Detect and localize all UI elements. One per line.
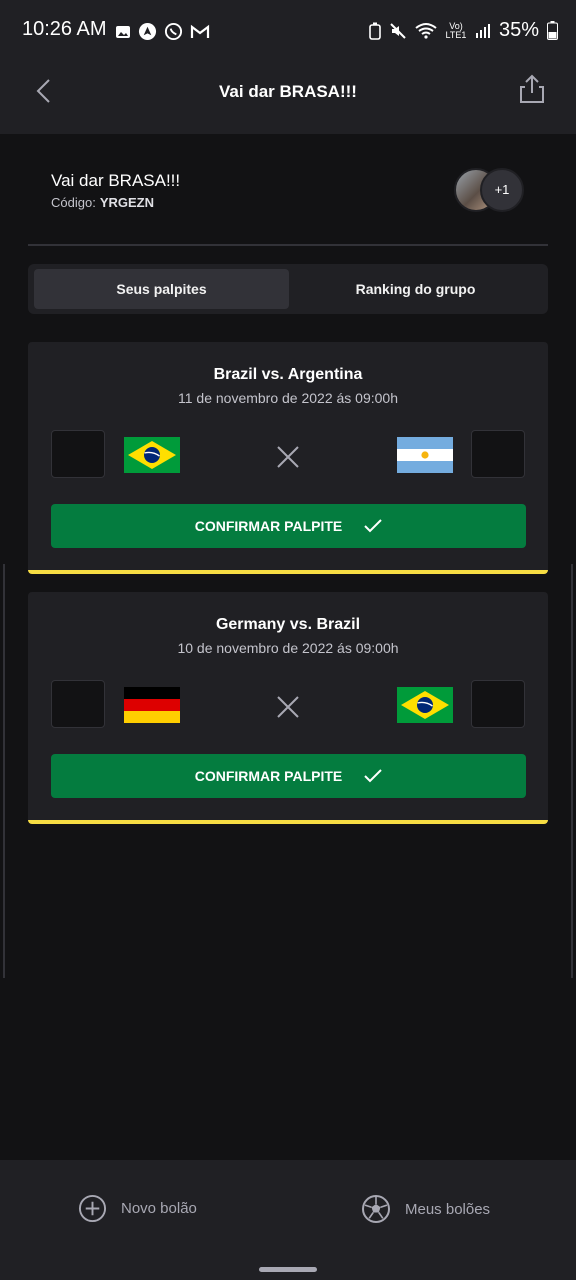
app-bar: Vai dar BRASA!!!: [0, 62, 576, 134]
home-score-input[interactable]: [51, 680, 105, 728]
group-header: Vai dar BRASA!!! Código: YRGEZN +1: [28, 160, 548, 244]
tab-seus-palpites[interactable]: Seus palpites: [34, 269, 289, 309]
battery-percent: 35%: [498, 19, 539, 41]
mute-icon: [390, 22, 406, 39]
tab-ranking-do-grupo[interactable]: Ranking do grupo: [288, 269, 543, 309]
argentina-flag: [397, 437, 453, 473]
germany-flag: [124, 687, 180, 723]
status-time: 10:26 AM: [22, 18, 107, 40]
soccer-ball-icon: [362, 1195, 390, 1223]
wifi-icon: [415, 22, 437, 39]
confirm-guess-label: CONFIRMAR PALPITE: [194, 518, 343, 534]
away-score-input[interactable]: [471, 430, 525, 478]
away-score-input[interactable]: [471, 680, 525, 728]
check-icon: [364, 519, 382, 533]
share-icon: [520, 74, 544, 103]
status-bar: 10:26 AM Vo) LTE1 35%: [0, 0, 576, 62]
group-code-label: Código:: [51, 195, 96, 210]
home-score-input[interactable]: [51, 430, 105, 478]
extra-participants-count: +1: [480, 168, 524, 212]
home-indicator[interactable]: [259, 1267, 317, 1272]
divider: [28, 244, 548, 246]
match-date: 11 de novembro de 2022 ás 09:00h: [177, 390, 399, 406]
network-type: Vo) LTE1: [445, 20, 467, 40]
check-icon: [364, 769, 382, 783]
match-date: 10 de novembro de 2022 ás 09:00h: [177, 640, 399, 656]
participants-avatars[interactable]: +1: [454, 168, 526, 212]
match-title: Brazil vs. Argentina: [213, 366, 363, 383]
group-name: Vai dar BRASA!!!: [51, 171, 181, 190]
image-icon: [116, 25, 130, 38]
brazil-flag: [397, 687, 453, 723]
confirm-guess-button[interactable]: CONFIRMAR PALPITE: [51, 504, 526, 548]
nav-meus-boloes-label: Meus bolões: [405, 1200, 491, 1218]
side-scroll-edge-right: [571, 564, 573, 978]
share-button[interactable]: [516, 73, 548, 105]
tabs: Seus palpites Ranking do grupo: [28, 264, 548, 314]
arrow-app-icon: [138, 22, 157, 41]
plus-circle-icon: [78, 1194, 107, 1223]
match-title: Germany vs. Brazil: [215, 616, 361, 633]
side-scroll-edge-left: [3, 564, 5, 978]
confirm-guess-button[interactable]: CONFIRMAR PALPITE: [51, 754, 526, 798]
game-card: Germany vs. Brazil 10 de novembro de 202…: [28, 592, 548, 824]
nav-meus-boloes[interactable]: Meus bolões: [361, 1194, 490, 1224]
battery-saver-icon: [369, 22, 381, 40]
signal-icon: [475, 23, 490, 38]
confirm-guess-label: CONFIRMAR PALPITE: [194, 768, 343, 784]
nav-novo-bolao-label: Novo bolão: [121, 1200, 197, 1217]
bottom-navigation: Novo bolão Meus bolões: [0, 1160, 576, 1280]
gmail-icon: [190, 24, 210, 38]
nav-novo-bolao[interactable]: Novo bolão: [78, 1194, 197, 1223]
group-code-value: YRGEZN: [99, 195, 154, 210]
game-card: Brazil vs. Argentina 11 de novembro de 2…: [28, 342, 548, 574]
versus-x-icon: [277, 696, 299, 718]
versus-x-icon: [277, 446, 299, 468]
page-title: Vai dar BRASA!!!: [219, 82, 357, 101]
group-code: Código: YRGEZN: [51, 195, 154, 210]
brazil-flag: [124, 437, 180, 473]
whatsapp-icon: [164, 22, 183, 41]
battery-icon: [547, 21, 558, 40]
